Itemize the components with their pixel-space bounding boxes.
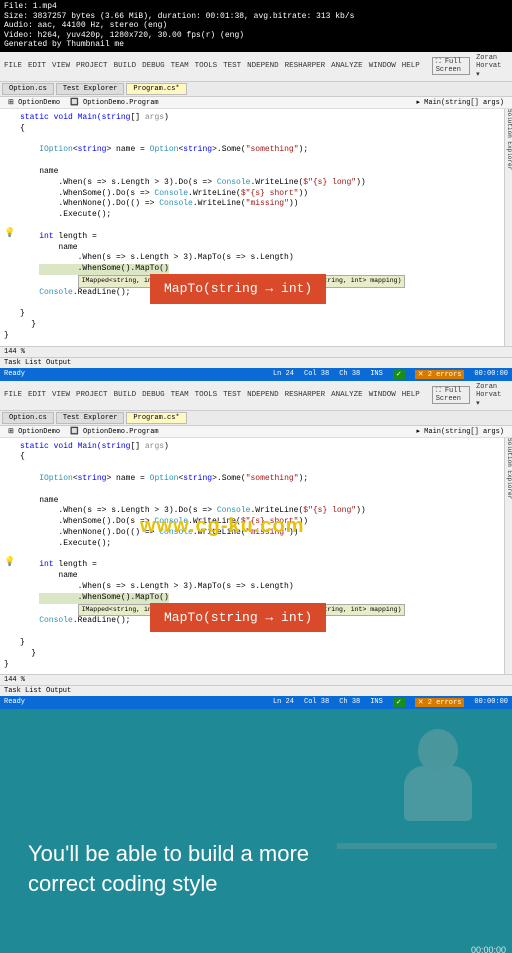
status-ch: Ch 38 [339, 370, 360, 379]
status-ln: Ln 24 [273, 370, 294, 379]
bc-project[interactable]: ⊞ OptionDemo [4, 98, 64, 107]
menu-team[interactable]: TEAM [171, 62, 189, 70]
menu-bar: FILE EDIT VIEW PROJECT BUILD DEBUG TEAM … [0, 52, 512, 82]
menu-resharper[interactable]: RESHARPER [285, 62, 326, 70]
menu-file[interactable]: FILE [4, 62, 22, 70]
lightbulb-icon[interactable]: 💡 [4, 227, 15, 239]
menu-analyze[interactable]: ANALYZE [331, 62, 363, 70]
menu-help[interactable]: HELP [402, 62, 420, 70]
bc-class[interactable]: 🔲 OptionDemo.Program [66, 98, 163, 107]
person-silhouette [418, 729, 472, 821]
status-ok-icon[interactable]: ✓ [393, 370, 405, 379]
meta-audio: Audio: aac, 44100 Hz, stereo (eng) [4, 21, 508, 31]
menu-test[interactable]: TEST [223, 62, 241, 70]
frame-timestamp: 00:00:00 [471, 945, 506, 953]
lightbulb-icon[interactable]: 💡 [4, 556, 15, 568]
bc-method[interactable]: ▸ Main(string[] args) [412, 98, 508, 107]
solution-explorer-strip-2[interactable]: Solution Explorer [504, 438, 512, 675]
promo-heading: You'll be able to build a more correct c… [28, 839, 309, 898]
menu-ndepend[interactable]: NDEPEND [247, 62, 279, 70]
fullscreen-button[interactable]: ⛶ Full Screen [432, 57, 470, 75]
status-col: Col 38 [304, 370, 329, 379]
vs-panel-top: FILE EDIT VIEW PROJECT BUILD DEBUG TEAM … [0, 52, 512, 381]
document-tabs: Option.cs Test Explorer Program.cs* [0, 82, 512, 97]
zoom-bar: 144 % [0, 346, 512, 357]
tab-option[interactable]: Option.cs [2, 83, 54, 95]
status-errors[interactable]: ✕ 2 errors [415, 370, 465, 379]
status-bar: Ready Ln 24 Col 38 Ch 38 INS ✓ ✕ 2 error… [0, 368, 512, 381]
menu-build[interactable]: BUILD [114, 62, 137, 70]
tab-test-explorer[interactable]: Test Explorer [56, 83, 125, 95]
code-editor[interactable]: 💡 static void Main(string[] args) { IOpt… [0, 109, 512, 346]
meta-file: File: 1.mp4 [4, 2, 508, 12]
menu-tools[interactable]: TOOLS [195, 62, 218, 70]
menu-bar-2: FILE EDIT VIEW PROJECT BUILD DEBUG TEAM … [0, 381, 512, 411]
promo-panel: You'll be able to build a more correct c… [0, 709, 512, 953]
meta-size: Size: 3837257 bytes (3.66 MiB), duration… [4, 12, 508, 22]
menu-edit[interactable]: EDIT [28, 62, 46, 70]
meta-video: Video: h264, yuv420p, 1280x720, 30.00 fp… [4, 31, 508, 41]
solution-explorer-strip[interactable]: Solution Explorer [504, 109, 512, 346]
menu-project[interactable]: PROJECT [76, 62, 108, 70]
menu-view[interactable]: VIEW [52, 62, 70, 70]
status-ready: Ready [4, 370, 25, 379]
menu-debug[interactable]: DEBUG [142, 62, 165, 70]
annotation-overlay: MapTo(string → int) [150, 274, 326, 304]
video-metadata-header: File: 1.mp4 Size: 3837257 bytes (3.66 Mi… [0, 0, 512, 52]
watermark: www.cg-ku.com [140, 513, 305, 540]
breadcrumb: ⊞ OptionDemo 🔲 OptionDemo.Program ▸ Main… [0, 97, 512, 109]
menu-window[interactable]: WINDOW [369, 62, 396, 70]
annotation-overlay-2: MapTo(string → int) [150, 603, 326, 633]
tab-program[interactable]: Program.cs* [126, 83, 186, 95]
status-ins: INS [370, 370, 383, 379]
user-menu[interactable]: Zoran Horvat ▾ [476, 54, 508, 79]
code-editor-2[interactable]: 💡 static void Main(string[] args) { IOpt… [0, 438, 512, 675]
status-time: 00:00:00 [474, 370, 508, 379]
meta-generated: Generated by Thumbnail me [4, 40, 508, 50]
task-output-bar[interactable]: Task List Output [0, 357, 512, 368]
desk-silhouette [337, 843, 497, 849]
vs-panel-bottom: FILE EDIT VIEW PROJECT BUILD DEBUG TEAM … [0, 381, 512, 710]
